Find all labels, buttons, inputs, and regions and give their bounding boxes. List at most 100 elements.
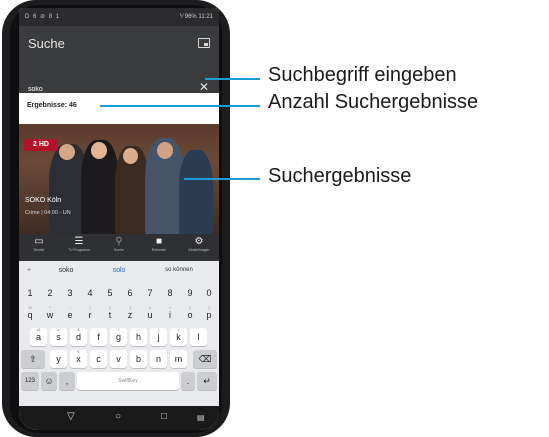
backspace-icon[interactable]: ⌫ — [193, 350, 217, 368]
key[interactable]: @ a — [30, 327, 47, 346]
cast-icon[interactable] — [198, 38, 210, 48]
key[interactable]: # s — [50, 327, 67, 346]
key[interactable]: 8 — [161, 284, 179, 302]
key[interactable]: 9 — [181, 284, 199, 302]
key[interactable]: ' c — [90, 349, 107, 368]
key-hint: : — [137, 349, 140, 354]
key[interactable]: ; n — [150, 349, 167, 368]
key[interactable]: < u — [141, 305, 159, 324]
key[interactable]: 2 — [41, 284, 59, 302]
key-row-qwertz: % q ^ w ~ e | r [t ] z < u > i {o } p — [19, 305, 219, 326]
emoji-icon[interactable]: ☺ — [41, 372, 57, 390]
key-label: d — [75, 332, 81, 342]
num-key[interactable]: 123 — [21, 372, 39, 390]
key[interactable]: 1 — [21, 284, 39, 302]
result-thumbnail-face — [91, 142, 107, 159]
callout-line-count — [100, 105, 260, 107]
key-label: r — [88, 310, 92, 320]
key-label: y — [56, 354, 61, 364]
key[interactable]: (j — [150, 327, 167, 346]
key-hint: + — [117, 327, 120, 332]
nav-suche[interactable]: ⚲ Suche — [99, 236, 139, 252]
suggestion-1[interactable]: soko — [41, 267, 91, 274]
key[interactable]: -f — [90, 327, 107, 346]
key-hint: [ — [109, 305, 111, 310]
key-hint: / — [177, 349, 180, 354]
close-icon[interactable]: ✕ — [199, 80, 209, 94]
space-bar[interactable]: SwiftKey — [77, 372, 179, 390]
key[interactable]: ' v — [110, 349, 127, 368]
shift-icon[interactable]: ⇧ — [21, 350, 45, 368]
recents-icon[interactable]: □ — [161, 411, 167, 422]
plus-icon[interactable]: + — [27, 267, 31, 274]
result-count-label: Ergebnisse: 46 — [27, 102, 77, 109]
suggestion-2[interactable]: solo — [99, 267, 139, 274]
key[interactable]: -y — [50, 349, 67, 368]
key[interactable]: ^ w — [41, 305, 59, 324]
key[interactable]: l — [190, 328, 207, 346]
key[interactable]: :b — [130, 349, 147, 368]
result-thumbnail-face — [123, 148, 138, 164]
key-label: o — [187, 310, 193, 320]
nav-rekorder[interactable]: ■ Rekorder — [139, 236, 179, 252]
key[interactable]: 0 — [201, 284, 217, 302]
key-row-asdf: @ a # s $ d -f + g = h (j ) k l — [19, 327, 219, 348]
home-icon[interactable]: ○ — [115, 411, 121, 422]
key[interactable]: ~ e — [61, 305, 79, 324]
app-bar: Suche ✕ — [19, 26, 219, 110]
back-icon[interactable]: ▽ — [67, 411, 75, 422]
key-row-numbers: 1 2 3 4 5 6 7 8 9 0 — [19, 284, 219, 304]
key[interactable]: % q — [21, 305, 39, 324]
result-subtitle: Crime | 04:00 - UN — [25, 210, 71, 216]
enter-icon[interactable]: ↵ — [197, 372, 217, 390]
suggestion-3[interactable]: so können — [149, 267, 209, 273]
status-battery-time: ⅟ 96% 11:21 — [179, 14, 213, 20]
key-hint: % — [28, 305, 32, 310]
key[interactable]: [t — [101, 305, 119, 324]
key[interactable]: 6 — [121, 284, 139, 302]
key[interactable]: | r — [81, 305, 99, 324]
key-label: p — [206, 310, 212, 320]
nav-label: Sender — [33, 248, 45, 252]
callout-line-search — [205, 78, 260, 80]
key[interactable]: 7 — [141, 284, 159, 302]
key[interactable]: $ d — [70, 327, 87, 346]
key-hint: ~ — [68, 305, 72, 310]
key-label: c — [96, 354, 101, 364]
system-navigation: ▽ ○ □ ▤ — [19, 406, 219, 430]
key[interactable]: } p — [201, 305, 217, 324]
suggestion-bar: + soko solo so können — [19, 261, 219, 283]
key[interactable]: 4 — [81, 284, 99, 302]
nav-einstellungen[interactable]: ⚙ Einstellungen — [179, 236, 219, 252]
result-count: Ergebnisse: 46 — [19, 93, 219, 123]
key-label: s — [56, 332, 61, 342]
status-bar: D 6 ⊘ 8 1 ⅟ 96% 11:21 — [19, 8, 219, 26]
key-hint: @ — [36, 327, 41, 332]
period-key[interactable]: . — [181, 372, 195, 390]
key-hint: | — [89, 305, 91, 310]
result-title: SOKO Köln — [25, 197, 62, 204]
key-hint: ) — [177, 327, 180, 332]
key[interactable]: + g — [110, 327, 127, 346]
key-label: e — [67, 310, 73, 320]
key[interactable]: € x — [70, 349, 87, 368]
key-hint: $ — [77, 327, 80, 332]
phone-frame: D 6 ⊘ 8 1 ⅟ 96% 11:21 Suche ✕ Ergebnisse… — [2, 0, 230, 437]
keyboard-switch-icon[interactable]: ▤ — [197, 413, 205, 422]
key-hint: { — [189, 305, 191, 310]
key-row-yxcv: ⇧ -y € x ' c ' v :b ; n / m ⌫ — [19, 349, 219, 370]
nav-sender[interactable]: ▭ Sender — [19, 236, 59, 252]
key[interactable]: ] z — [121, 305, 139, 324]
key-label: j — [157, 332, 160, 342]
key[interactable]: ) k — [170, 327, 187, 346]
key[interactable]: = h — [130, 327, 147, 346]
key[interactable]: > i — [161, 305, 179, 324]
key[interactable]: 5 — [101, 284, 119, 302]
key[interactable]: {o — [181, 305, 199, 324]
search-icon: ⚲ — [115, 236, 123, 247]
comma-key[interactable]: , — [59, 372, 75, 390]
key[interactable]: / m — [170, 349, 187, 368]
key-label: h — [135, 332, 141, 342]
key[interactable]: 3 — [61, 284, 79, 302]
nav-tv-programm[interactable]: ☰ TV-Programm — [59, 236, 99, 252]
